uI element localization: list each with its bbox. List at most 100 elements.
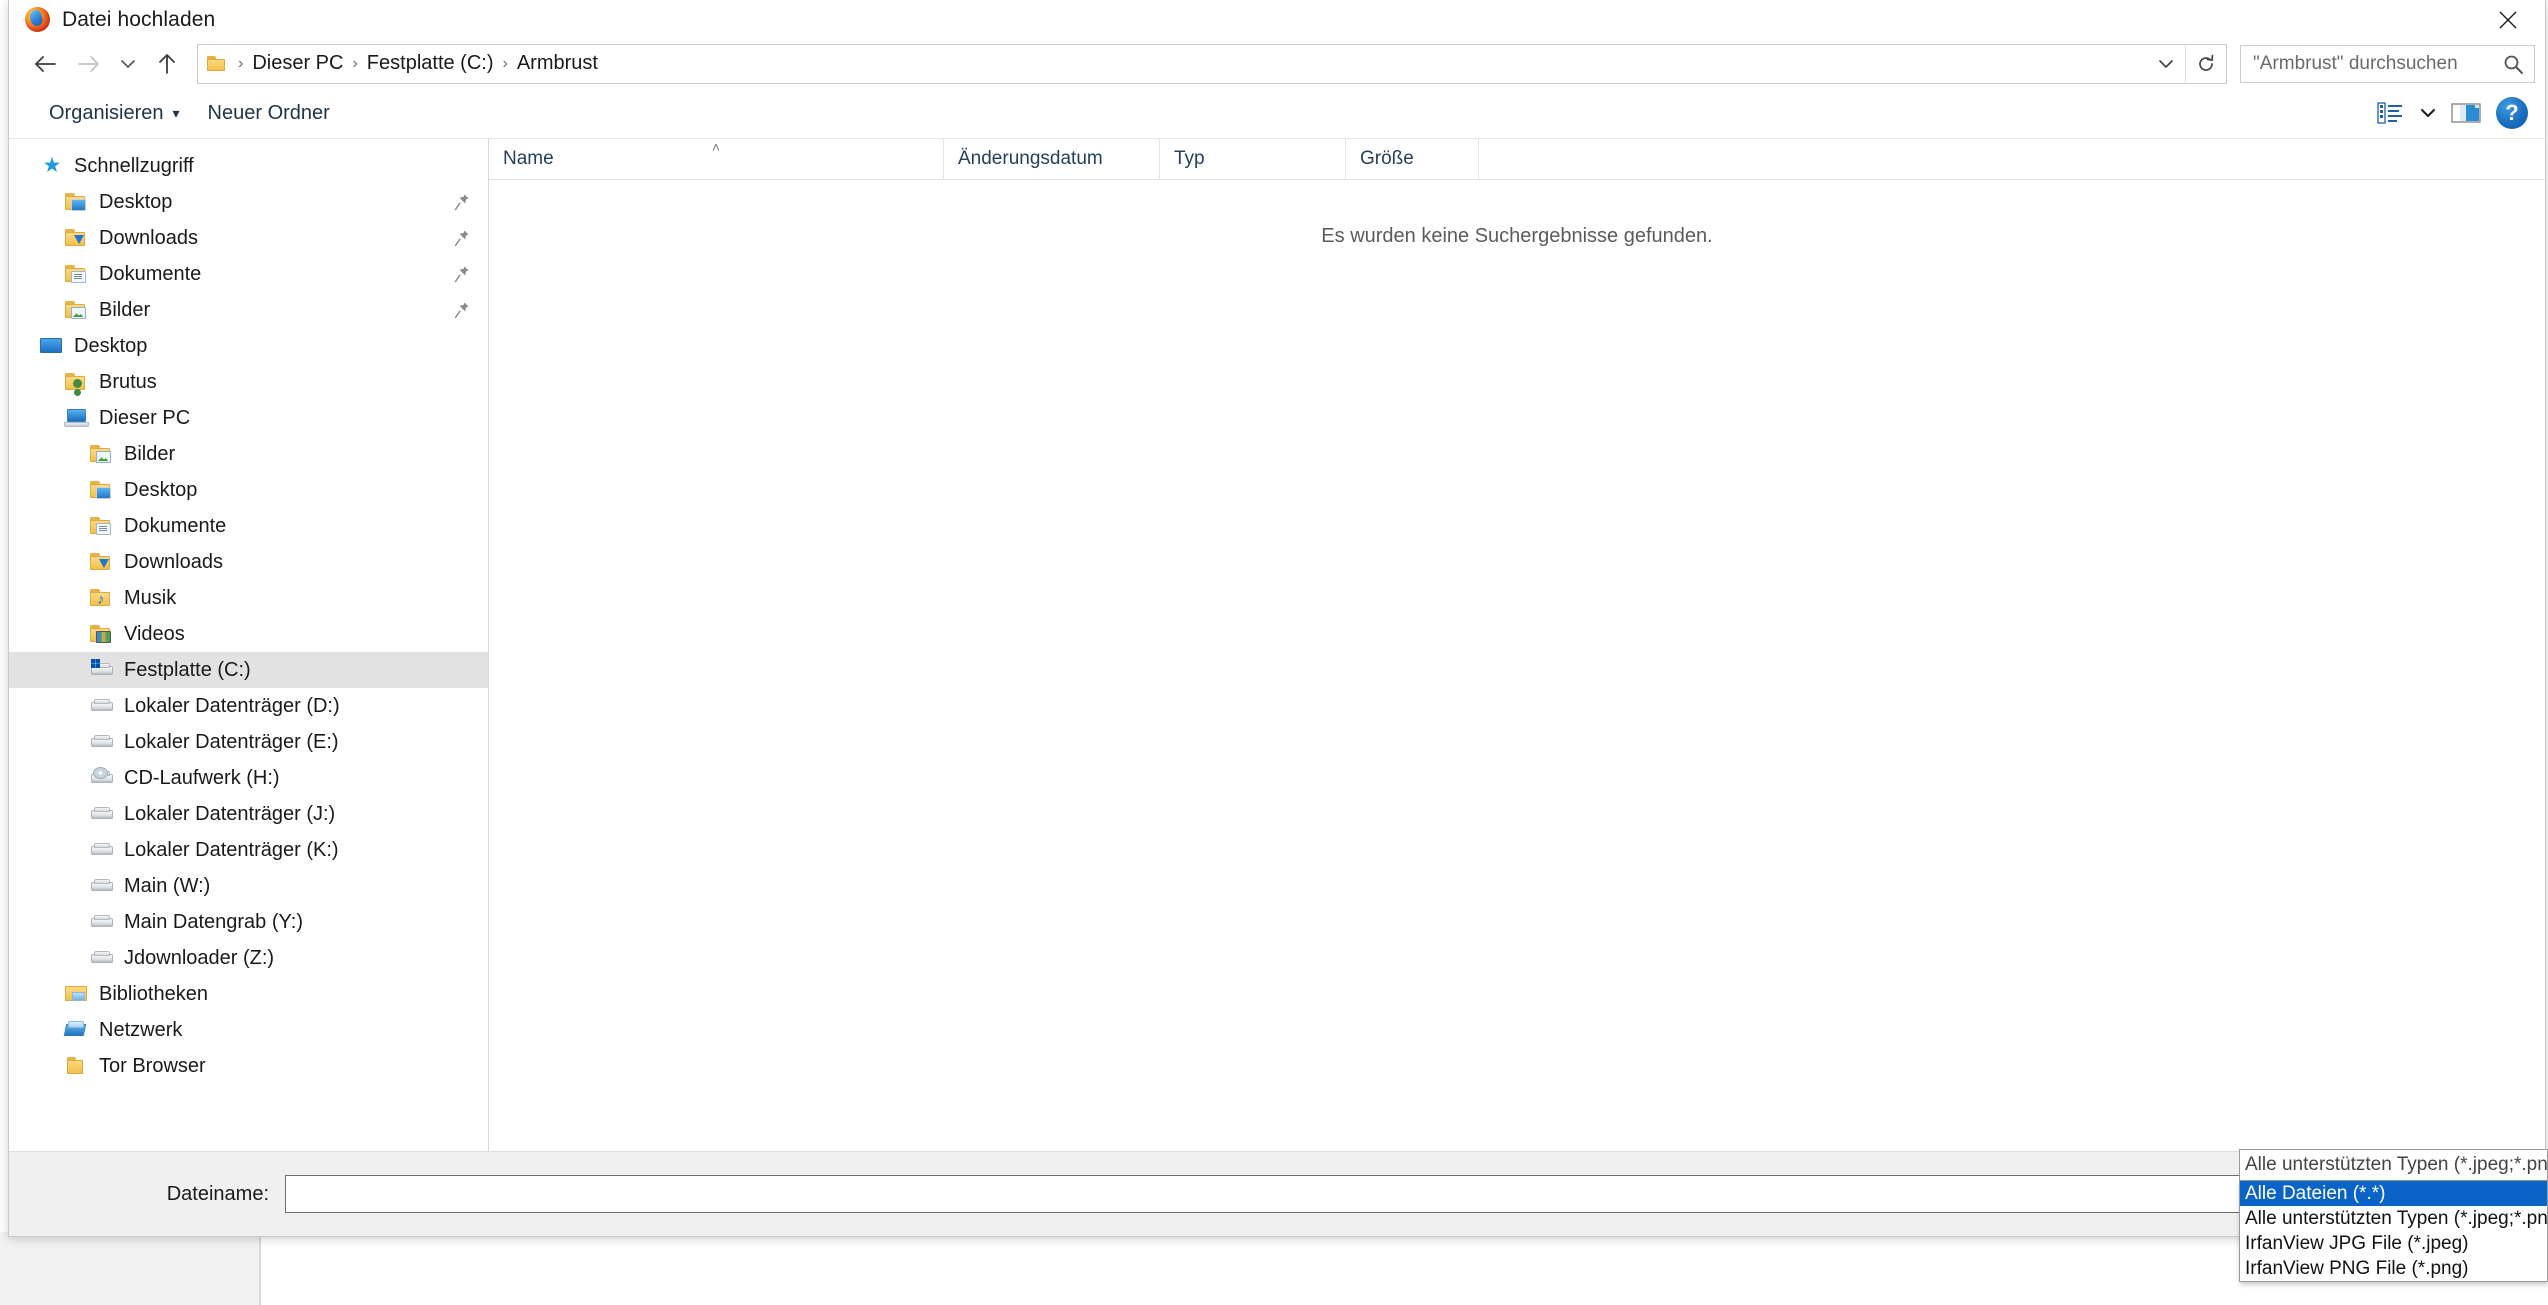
sidebar-item-tor-browser[interactable]: Tor Browser: [9, 1048, 488, 1084]
filetype-option[interactable]: Alle Dateien (*.*): [2240, 1181, 2547, 1206]
dialog-body: ★ Schnellzugriff Desktop Downloads Dokumente…: [9, 139, 2545, 1151]
search-box[interactable]: [2240, 44, 2535, 83]
filename-input[interactable]: [286, 1183, 2471, 1205]
preview-pane-button[interactable]: [2443, 93, 2489, 133]
star-glyph: ★: [42, 154, 62, 177]
sidebar-item-label: Lokaler Datenträger (K:): [124, 838, 339, 861]
sidebar-item-desktop[interactable]: Desktop: [9, 184, 488, 220]
sidebar-item-jdownloader-z[interactable]: Jdownloader (Z:): [9, 940, 488, 976]
arrow-right-icon: [78, 55, 99, 72]
sidebar-item-festplatte-c[interactable]: Festplatte (C:): [9, 652, 488, 688]
filename-combobox[interactable]: [285, 1175, 2506, 1213]
recent-locations-button[interactable]: [111, 42, 145, 86]
dialog-titlebar: Datei hochladen: [9, 0, 2545, 39]
empty-state: Es wurden keine Suchergebnisse gefunden.: [489, 180, 2545, 1151]
sidebar-item-dokumente[interactable]: Dokumente: [9, 256, 488, 292]
breadcrumb: › Dieser PC › Festplatte (C:) › Armbrust: [198, 52, 2147, 75]
close-button[interactable]: [2471, 0, 2545, 39]
pin-icon[interactable]: [454, 193, 470, 211]
sidebar-item-lokaler-datentr-ger-j[interactable]: Lokaler Datenträger (J:): [9, 796, 488, 832]
sidebar-item-desktop[interactable]: Desktop: [9, 328, 488, 364]
sidebar-item-bilder[interactable]: Bilder: [9, 436, 488, 472]
filetype-filter-group: Alle unterstützten Typen (*.jpeg;*.png) …: [2239, 1149, 2548, 1282]
sidebar-item-lokaler-datentr-ger-k[interactable]: Lokaler Datenträger (K:): [9, 832, 488, 868]
view-options-dropdown-button[interactable]: [2413, 93, 2443, 133]
column-header-name[interactable]: ˄ Name: [489, 139, 944, 179]
sidebar-item-label: Bilder: [124, 442, 176, 465]
filetype-option[interactable]: IrfanView PNG File (*.png): [2240, 1256, 2547, 1281]
search-input[interactable]: [2253, 52, 2498, 75]
background-divider: [259, 1232, 261, 1305]
column-header--nderungsdatum[interactable]: Änderungsdatum: [944, 139, 1160, 179]
organize-label: Organisieren: [49, 101, 164, 124]
sidebar-item-label: Lokaler Datenträger (J:): [124, 802, 336, 825]
navigation-sidebar[interactable]: ★ Schnellzugriff Desktop Downloads Dokumente…: [9, 139, 489, 1151]
sidebar-item-desktop[interactable]: Desktop: [9, 472, 488, 508]
column-header-typ[interactable]: Typ: [1160, 139, 1346, 179]
sidebar-item-dokumente[interactable]: Dokumente: [9, 508, 488, 544]
column-header-gr-e[interactable]: Größe: [1346, 139, 1479, 179]
sidebar-item-bilder[interactable]: Bilder: [9, 292, 488, 328]
breadcrumb-item-0[interactable]: Dieser PC: [252, 52, 343, 75]
sidebar-item-brutus[interactable]: Brutus: [9, 364, 488, 400]
sidebar-item-lokaler-datentr-ger-e[interactable]: Lokaler Datenträger (E:): [9, 724, 488, 760]
dialog-footer: Dateiname:: [9, 1151, 2545, 1236]
sidebar-item-label: Schnellzugriff: [74, 154, 194, 177]
sidebar-item-label: Downloads: [99, 226, 198, 249]
sidebar-item-label: Jdownloader (Z:): [124, 946, 275, 969]
sidebar-item-main-w[interactable]: Main (W:): [9, 868, 488, 904]
view-options-button[interactable]: [2367, 93, 2413, 133]
filetype-selected-value: Alle unterstützten Typen (*.jpeg;*.png): [2245, 1154, 2548, 1175]
arrow-up-icon: [159, 53, 175, 74]
filetype-dropdown-list[interactable]: Alle Dateien (*.*) Alle unterstützten Typ…: [2239, 1181, 2548, 1282]
help-button[interactable]: ?: [2489, 93, 2535, 133]
sidebar-item-cd-laufwerk-h[interactable]: CD-Laufwerk (H:): [9, 760, 488, 796]
sidebar-item-label: Musik: [124, 586, 177, 609]
background-sidebar-strip: [0, 1232, 259, 1305]
sidebar-item-lokaler-datentr-ger-d[interactable]: Lokaler Datenträger (D:): [9, 688, 488, 724]
sidebar-item-netzwerk[interactable]: Netzwerk: [9, 1012, 488, 1048]
sidebar-item-downloads[interactable]: Downloads: [9, 544, 488, 580]
filetype-option[interactable]: IrfanView JPG File (*.jpeg): [2240, 1231, 2547, 1256]
folder-desktop-icon: [64, 191, 90, 213]
search-icon: [2498, 53, 2528, 75]
up-button[interactable]: [145, 42, 189, 86]
chevron-down-icon: [2421, 109, 2435, 117]
breadcrumb-bar[interactable]: › Dieser PC › Festplatte (C:) › Armbrust: [197, 43, 2227, 84]
folder-user-icon: [64, 371, 90, 393]
organize-button[interactable]: Organisieren ▾: [35, 97, 194, 130]
sidebar-item-bibliotheken[interactable]: Bibliotheken: [9, 976, 488, 1012]
filetype-combobox[interactable]: Alle unterstützten Typen (*.jpeg;*.png): [2239, 1149, 2548, 1181]
refresh-button[interactable]: [2185, 45, 2226, 82]
sidebar-item-dieser-pc[interactable]: Dieser PC: [9, 400, 488, 436]
folder-icon: [64, 1055, 90, 1077]
breadcrumb-item-1[interactable]: Festplatte (C:): [367, 52, 494, 75]
breadcrumb-separator-0: ›: [238, 54, 244, 72]
folder-downloads-icon: [89, 551, 115, 573]
preview-pane-icon: [2451, 103, 2481, 123]
breadcrumb-item-2[interactable]: Armbrust: [517, 52, 598, 75]
sidebar-item-label: CD-Laufwerk (H:): [124, 766, 280, 789]
sidebar-item-label: Desktop: [99, 190, 173, 213]
column-header-label: Typ: [1174, 148, 1205, 169]
navigation-bar: › Dieser PC › Festplatte (C:) › Armbrust: [9, 39, 2545, 88]
sidebar-item-schnellzugriff[interactable]: ★ Schnellzugriff: [9, 148, 488, 184]
column-header-row: ˄ Name Änderungsdatum Typ Größe: [489, 139, 2545, 180]
list-view-icon: [2377, 102, 2402, 124]
folder-videos-icon: [89, 623, 115, 645]
filetype-option[interactable]: Alle unterstützten Typen (*.jpeg;*.png): [2240, 1206, 2548, 1231]
sidebar-item-label: Dokumente: [99, 262, 202, 285]
new-folder-button[interactable]: Neuer Ordner: [194, 97, 344, 130]
sidebar-item-label: Main (W:): [124, 874, 211, 897]
pin-icon[interactable]: [454, 301, 470, 319]
sidebar-item-musik[interactable]: Musik: [9, 580, 488, 616]
breadcrumb-dropdown-button[interactable]: [2147, 46, 2185, 82]
pin-icon[interactable]: [454, 265, 470, 283]
sidebar-item-downloads[interactable]: Downloads: [9, 220, 488, 256]
sidebar-item-videos[interactable]: Videos: [9, 616, 488, 652]
pin-icon[interactable]: [454, 229, 470, 247]
sidebar-item-main-datengrab-y[interactable]: Main Datengrab (Y:): [9, 904, 488, 940]
forward-button[interactable]: [67, 42, 111, 86]
network-icon: [64, 1019, 90, 1041]
back-button[interactable]: [23, 42, 67, 86]
